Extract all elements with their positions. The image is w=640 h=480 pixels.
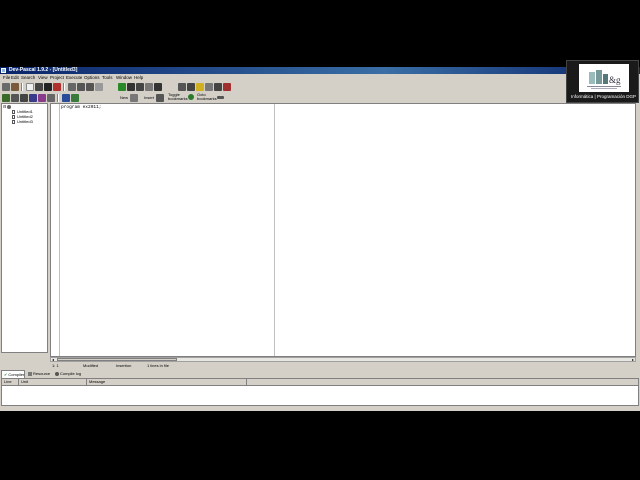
channel-logo: &g [579, 64, 629, 92]
toolbar-separator [63, 82, 65, 91]
tree-root-icon[interactable]: ⊟ [3, 104, 12, 109]
logo-graphic: &g [587, 70, 621, 89]
compile-icon[interactable] [118, 82, 126, 91]
debug-icon[interactable] [145, 82, 153, 91]
menu-edit[interactable]: Edit [11, 74, 19, 81]
scroll-right-icon[interactable]: ▸ [632, 357, 634, 362]
environment-icon[interactable] [214, 82, 222, 91]
redo-icon[interactable] [86, 82, 94, 91]
menu-options[interactable]: Options [84, 74, 100, 81]
line-count-status: 1 lines in file [147, 363, 170, 368]
menu-tools[interactable]: Tools [102, 74, 113, 81]
run-icon[interactable] [127, 82, 135, 91]
file-icon [12, 119, 15, 124]
help-icon[interactable] [196, 82, 204, 91]
close-icon[interactable] [53, 82, 61, 91]
window-title: Dev-Pascal 1.9.2 - [Untitled3] [9, 67, 78, 73]
find-icon[interactable] [95, 82, 103, 91]
tab-compiler[interactable]: ✔Compiler [1, 370, 25, 378]
tab-compile-log[interactable]: Compile log [53, 370, 83, 378]
add-file-icon[interactable] [29, 93, 37, 102]
log-icon [55, 371, 59, 376]
insert-mode-status: Insertion [116, 363, 132, 368]
tab-resource[interactable]: Resource [26, 370, 52, 378]
column-line[interactable]: Line [2, 379, 19, 385]
svg-text:&g: &g [609, 75, 621, 85]
new-button-label[interactable]: New [120, 95, 128, 100]
scrollbar-thumb[interactable] [57, 358, 177, 361]
about-icon[interactable] [62, 93, 70, 102]
help-topics-icon[interactable] [71, 93, 79, 102]
right-margin-line [274, 104, 275, 356]
menu-view[interactable]: View [38, 74, 48, 81]
horizontal-scrollbar[interactable]: ◂ ▸ [50, 357, 636, 362]
bookmark-icon[interactable] [188, 94, 194, 100]
toolbar-compile [118, 82, 163, 91]
options-icon[interactable] [178, 82, 186, 91]
package-icon[interactable] [205, 82, 213, 91]
project-options-icon[interactable] [47, 93, 55, 102]
project-icon[interactable] [2, 82, 10, 91]
code-editor[interactable]: program ex2011; [50, 103, 636, 357]
bottom-tabs: ✔Compiler Resource Compile log [0, 370, 640, 378]
class-icon[interactable] [2, 93, 10, 102]
toolbar-separator [57, 93, 59, 102]
cursor-position: 1: 1 [52, 363, 59, 368]
menu-search[interactable]: Search [21, 74, 35, 81]
compiler-results-panel: Line Unit Message [1, 378, 639, 406]
overlay-caption: Informática | Programación DGP [571, 94, 636, 99]
save-icon[interactable] [35, 82, 43, 91]
tree-item[interactable]: Untitled3 [12, 119, 33, 124]
toggle-bookmarks-button[interactable]: Toggle bookmarks [168, 93, 188, 101]
editor-gutter [51, 104, 60, 356]
build-icon[interactable] [11, 82, 19, 91]
results-header: Line Unit Message [2, 379, 638, 386]
undo-icon[interactable] [77, 82, 85, 91]
goto-bookmarks-button[interactable]: Goto bookmarks [197, 93, 217, 101]
goto-arrow-icon[interactable] [217, 95, 224, 99]
toolbar-secondary [2, 93, 80, 102]
project-tree: ⊟ Untitled1 Untitled2 Untitled3 [1, 103, 48, 353]
menu-file[interactable]: File [3, 74, 10, 81]
toolbar-bookmarks: Toggle bookmarks Goto bookmarks [168, 92, 225, 102]
save-all-icon[interactable] [44, 82, 52, 91]
toolbar-separator [21, 82, 23, 91]
remove-file-icon[interactable] [38, 93, 46, 102]
scroll-left-icon[interactable]: ◂ [52, 357, 54, 362]
app-icon [1, 68, 6, 73]
exit-icon[interactable] [223, 82, 231, 91]
menu-help[interactable]: Help [134, 74, 143, 81]
toolbar-main [2, 82, 104, 91]
column-message[interactable]: Message [87, 379, 247, 385]
toolbar-tools [178, 82, 232, 91]
open-project-icon[interactable] [11, 93, 19, 102]
menu-project[interactable]: Project [50, 74, 64, 81]
new-dropdown-icon[interactable] [130, 93, 139, 102]
code-line: program ex2011; [61, 105, 102, 110]
resource-icon [28, 371, 32, 376]
insert-button-label[interactable]: Insert [144, 95, 154, 100]
channel-overlay: &g Informática | Programación DGP [566, 60, 639, 103]
compile-run-icon[interactable] [136, 82, 144, 91]
print-icon[interactable] [68, 82, 76, 91]
menu-bar: File Edit Search View Project Execute Op… [0, 74, 640, 81]
column-unit[interactable]: Unit [19, 379, 87, 385]
rebuild-icon[interactable] [154, 82, 162, 91]
status-bar: 1: 1 Modified Insertion 1 lines in file [50, 363, 636, 369]
toolbar-insert: Insert [144, 93, 165, 102]
new-file-icon[interactable] [26, 82, 34, 91]
menu-window[interactable]: Window [116, 74, 132, 81]
dev-pascal-window: Dev-Pascal 1.9.2 - [Untitled3] File Edit… [0, 67, 640, 411]
toolbar-new: New [120, 93, 139, 102]
insert-dropdown-icon[interactable] [156, 93, 165, 102]
menu-execute[interactable]: Execute [66, 74, 82, 81]
title-bar[interactable]: Dev-Pascal 1.9.2 - [Untitled3] [0, 67, 640, 74]
modified-status: Modified [83, 363, 99, 368]
save-project-icon[interactable] [20, 93, 28, 102]
tools-icon[interactable] [187, 82, 195, 91]
